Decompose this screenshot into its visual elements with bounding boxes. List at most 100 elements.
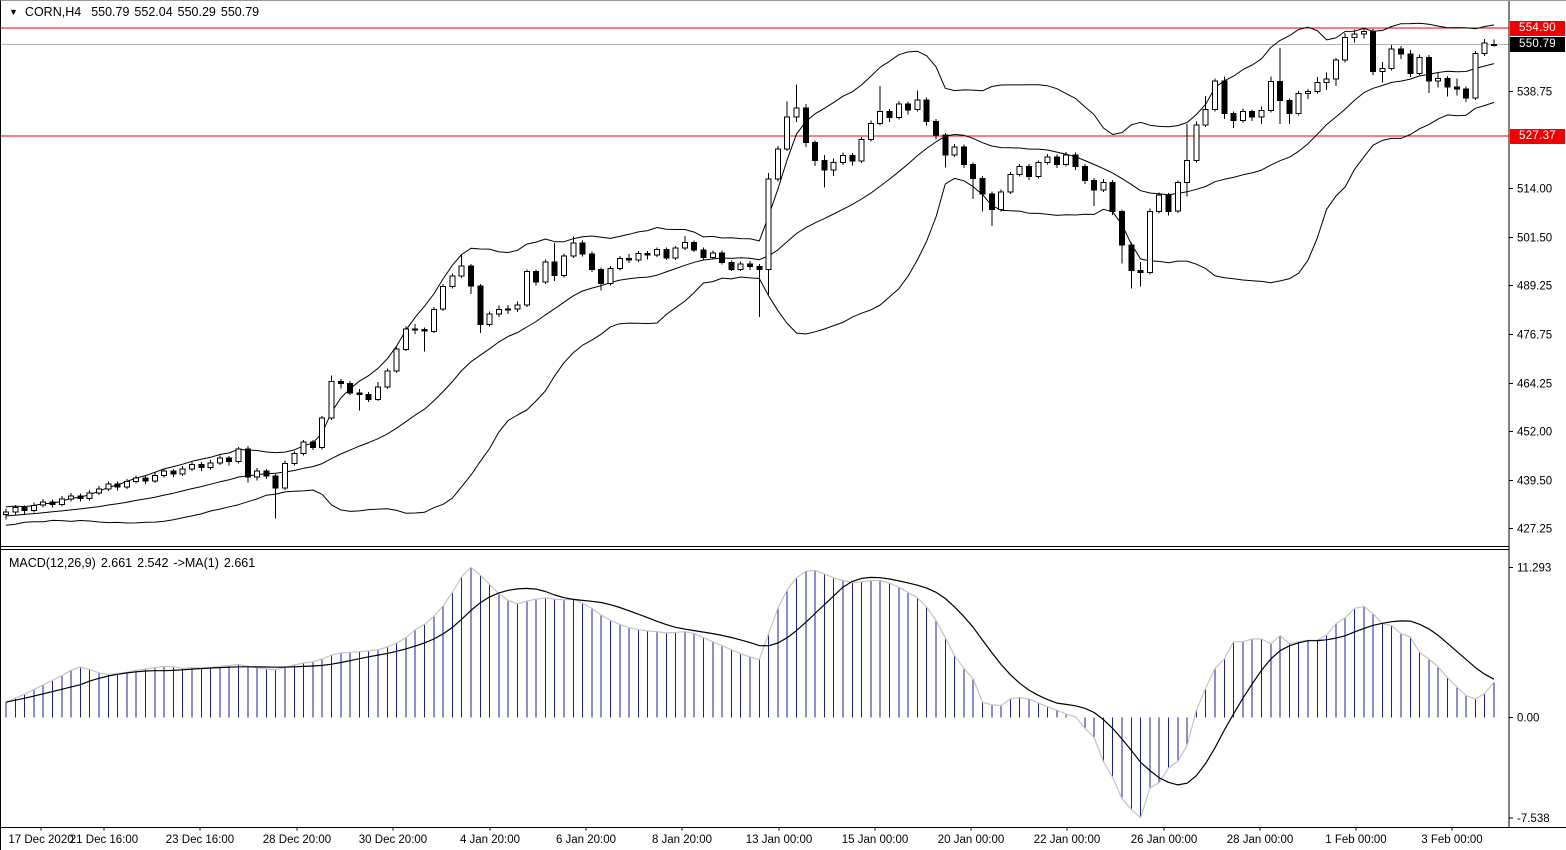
bullish-candle [1101, 182, 1106, 190]
bullish-candle [283, 463, 288, 488]
bearish-candle [1278, 82, 1283, 101]
bullish-candle [1296, 94, 1301, 114]
bullish-candle [1333, 60, 1338, 79]
bearish-candle [989, 194, 994, 210]
bearish-candle [1426, 58, 1431, 82]
quote-close: 550.79 [221, 5, 259, 19]
bullish-candle [1240, 112, 1245, 121]
bearish-candle [413, 329, 418, 330]
bullish-candle [506, 309, 511, 310]
bullish-candle [1175, 183, 1180, 212]
bearish-candle [599, 270, 604, 284]
price-badge-level[interactable]: 527.37 [1510, 129, 1565, 144]
bearish-candle [264, 471, 269, 476]
time-tick-label: 15 Jan 00:00 [842, 834, 909, 846]
bullish-candle [841, 156, 846, 163]
bullish-candle [1157, 195, 1162, 212]
time-tick-label: 30 Dec 20:00 [359, 834, 427, 846]
time-tick-label: 17 Dec 2020 [8, 834, 73, 846]
bearish-candle [1250, 112, 1255, 117]
bearish-candle [720, 253, 725, 263]
bearish-candle [357, 393, 362, 395]
bearish-candle [1138, 271, 1143, 273]
bullish-candle [1389, 49, 1394, 69]
bearish-candle [245, 449, 250, 477]
bullish-candle [87, 493, 92, 499]
bearish-candle [971, 165, 976, 179]
bullish-candle [1185, 160, 1190, 182]
bullish-candle [831, 163, 836, 170]
bullish-candle [710, 253, 715, 258]
bullish-candle [441, 287, 446, 310]
bearish-candle [1054, 157, 1059, 165]
bearish-candle [273, 476, 278, 488]
bullish-candle [329, 381, 334, 418]
price-badge-high[interactable]: 554.90 [1510, 21, 1565, 36]
price-tick-label: 501.50 [1517, 233, 1552, 245]
bullish-candle [162, 471, 167, 475]
bullish-candle [459, 266, 464, 276]
bullish-candle [775, 149, 780, 179]
bullish-candle [515, 305, 520, 309]
bullish-candle [1147, 212, 1152, 273]
time-tick-label: 6 Jan 20:00 [556, 834, 616, 846]
time-tick-label: 28 Jan 00:00 [1227, 834, 1294, 846]
macd-signal-value: 2.542 [137, 556, 168, 570]
bearish-candle [906, 104, 911, 110]
candles-layer [4, 28, 1497, 519]
bearish-candle [1445, 78, 1450, 87]
bullish-candle [524, 272, 529, 305]
collapse-indicator-icon[interactable]: ▼ [9, 7, 18, 17]
bullish-candle [868, 124, 873, 140]
bullish-candle [878, 111, 883, 123]
time-tick-label: 23 Dec 16:00 [166, 834, 234, 846]
bearish-candle [701, 250, 706, 257]
bullish-candle [785, 117, 790, 149]
bullish-candle [496, 310, 501, 314]
bearish-candle [1110, 182, 1115, 211]
bullish-candle [1492, 44, 1497, 45]
time-tick-label: 3 Feb 00:00 [1421, 834, 1482, 846]
bullish-candle [1417, 58, 1422, 74]
time-tick-label: 28 Dec 20:00 [263, 834, 331, 846]
bearish-candle [822, 161, 827, 170]
bullish-candle [31, 505, 36, 510]
bullish-candle [1306, 92, 1311, 94]
bullish-candle [1045, 157, 1050, 163]
bullish-candle [859, 140, 864, 162]
symbol-period-label: CORN,H4 [25, 5, 81, 19]
price-badge-current[interactable]: 550.79 [1510, 37, 1565, 52]
price-tick-label: 427.25 [1517, 524, 1552, 536]
bullish-candle [13, 508, 18, 512]
bullish-candle [636, 254, 641, 260]
price-chart-surface[interactable]: 538.75514.00501.50489.25476.75464.25452.… [1, 1, 1566, 850]
bullish-candle [562, 256, 567, 276]
time-tick-label: 26 Jan 00:00 [1131, 834, 1198, 846]
bearish-candle [115, 484, 120, 487]
bullish-candle [952, 147, 957, 155]
bullish-candle [999, 192, 1004, 210]
bullish-candle [1473, 54, 1478, 98]
bollinger-middle-band [6, 64, 1494, 516]
bullish-candle [403, 329, 408, 349]
bearish-candle [627, 258, 632, 260]
bearish-candle [748, 264, 753, 267]
bearish-candle [143, 478, 148, 481]
bullish-candle [896, 104, 901, 118]
time-tick-label: 20 Jan 00:00 [938, 834, 1005, 846]
macd-ma-name: ->MA(1) [173, 556, 219, 570]
bearish-candle [534, 272, 539, 283]
bullish-candle [1194, 125, 1199, 160]
bearish-candle [645, 254, 650, 256]
bearish-candle [1082, 167, 1087, 181]
bullish-candle [608, 269, 613, 284]
bearish-candle [1027, 167, 1032, 177]
bearish-candle [1073, 155, 1078, 167]
bullish-candle [1380, 69, 1385, 72]
bullish-candle [236, 449, 241, 462]
bearish-candle [1464, 89, 1469, 98]
bearish-candle [50, 502, 55, 504]
bullish-candle [617, 258, 622, 268]
bullish-candle [1203, 109, 1208, 125]
bearish-candle [199, 465, 204, 468]
